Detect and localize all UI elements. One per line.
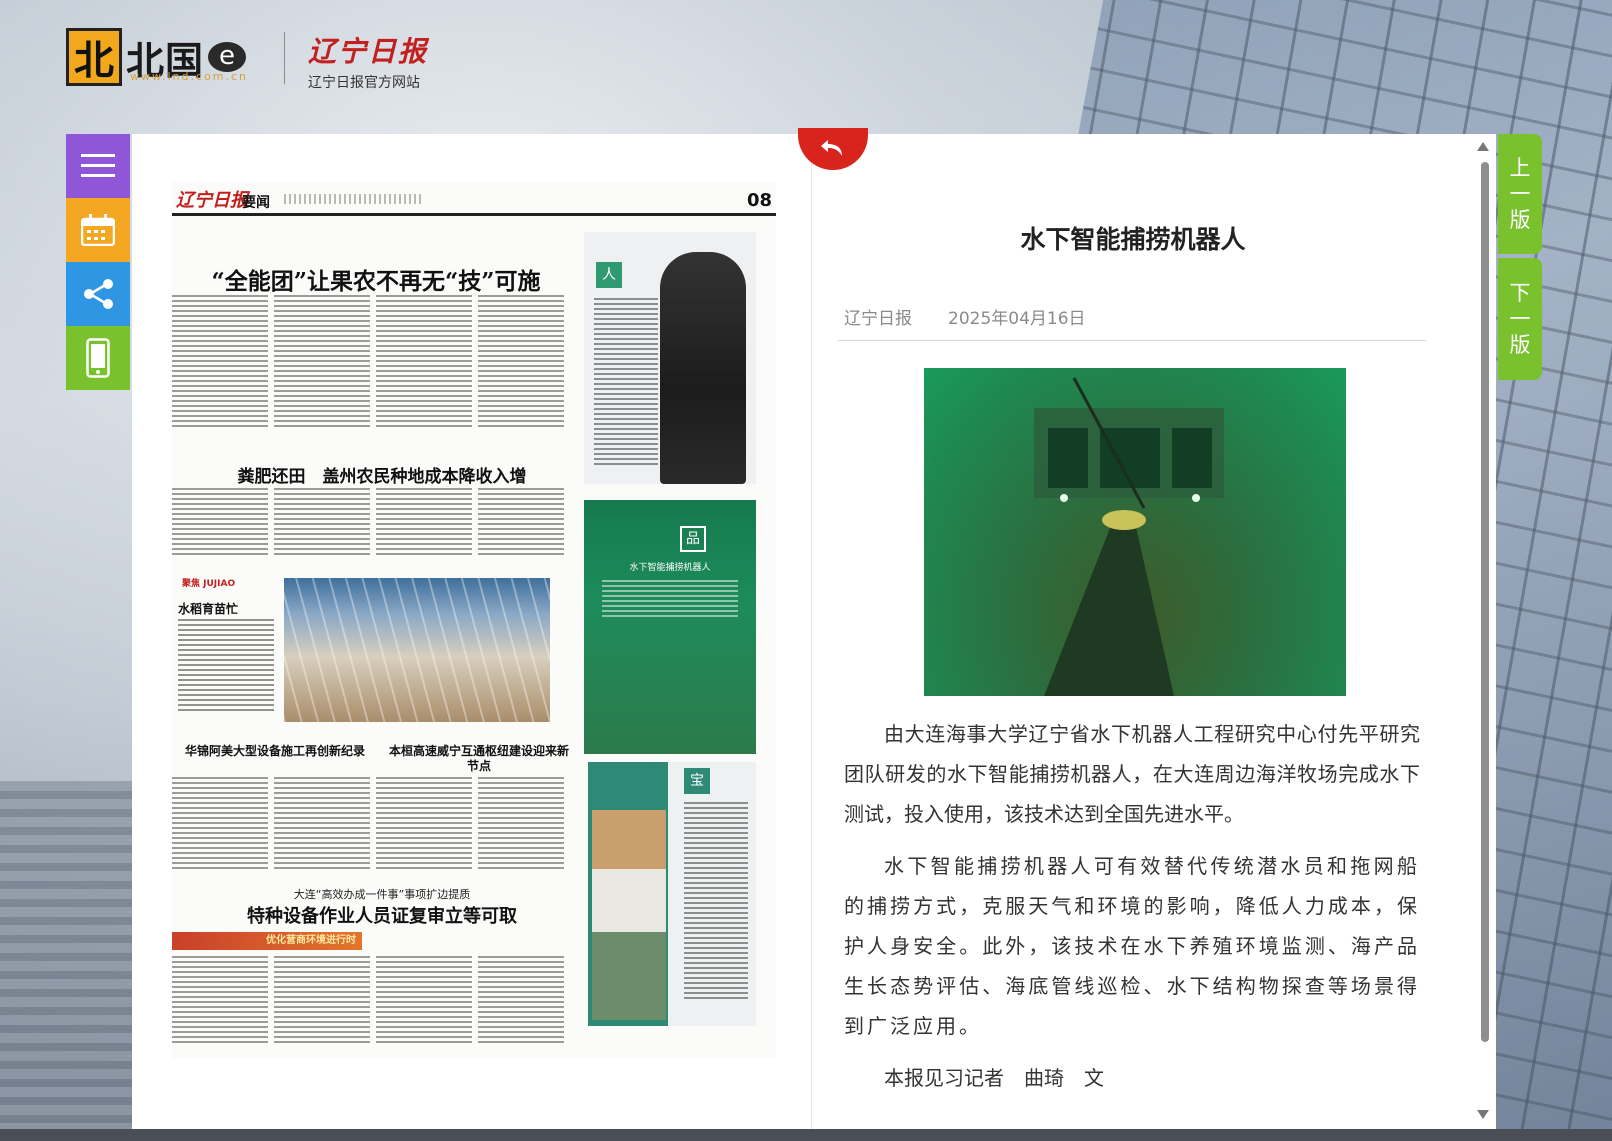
calendar-button[interactable] (66, 198, 130, 262)
newspaper-photo-caption (178, 618, 274, 714)
scroll-down-arrow[interactable] (1477, 1110, 1489, 1119)
share-button[interactable] (66, 262, 130, 326)
side-treasure-text (684, 802, 748, 1002)
scroll-up-arrow[interactable] (1477, 142, 1489, 151)
newspaper-banner: 优化营商环境进行时 (172, 932, 362, 950)
side-badge-person: 人 (596, 262, 622, 288)
next-label-char: 一 (1509, 307, 1531, 331)
menu-button[interactable] (66, 134, 130, 198)
mobile-phone-icon (86, 338, 110, 378)
prev-label-char: 上 (1509, 156, 1531, 180)
next-label-char: 下 (1509, 281, 1531, 305)
main-panel: 辽宁日报 要闻 08 “全能团”让果农不再无“技”可施 粪肥还田 盖州农民种地成… (132, 128, 1496, 1129)
newspaper-photo-farm[interactable] (284, 578, 550, 722)
paper-logo-mark: 辽宁日报 (308, 35, 429, 68)
article-byline: 本报见习记者 曲琦 文 (884, 1066, 1104, 1090)
logo-divider (284, 32, 285, 84)
newspaper-meta-line (284, 194, 424, 204)
newspaper-text-block (172, 294, 564, 430)
newspaper-section: 要闻 (242, 195, 270, 211)
article-photo[interactable] (924, 368, 1346, 696)
side-treasure-pics (592, 810, 666, 1020)
newspaper-photo-title[interactable]: 水稻育苗忙 (178, 600, 238, 617)
panel-divider (811, 134, 812, 1129)
side-person-photo (660, 252, 746, 484)
portal-logo-mark: 北 (66, 28, 122, 86)
share-icon (84, 279, 113, 309)
paper-logo-subtitle: 辽宁日报官方网站 (308, 75, 420, 91)
newspaper-headline-4[interactable]: 本桓高速威宁互通枢纽建设迎来新节点 (384, 744, 574, 774)
paper-logo[interactable]: 辽宁日报 辽宁日报官方网站 (308, 30, 428, 92)
newspaper-text-block (172, 488, 564, 558)
mobile-button[interactable] (66, 326, 130, 390)
previous-page-button[interactable]: 上 一 版 (1498, 134, 1542, 254)
prev-label-char: 一 (1509, 182, 1531, 206)
newspaper-kicker: 大连“高效办成一件事”事项扩边提质 (293, 888, 471, 901)
article-source: 辽宁日报 (844, 309, 912, 329)
portal-logo-e: e (208, 42, 247, 72)
left-toolbar (66, 134, 130, 390)
article-body: 由大连海事大学辽宁省水下机器人工程研究中心付先平研究团队研发的水下智能捕捞机器人… (844, 714, 1420, 1110)
prev-label-char: 版 (1509, 208, 1531, 232)
newspaper-masthead: 辽宁日报 (176, 190, 248, 211)
newspaper-text-block (172, 776, 564, 872)
newspaper-headline-3[interactable]: 华锦阿美大型设备施工再创新纪录 (180, 744, 370, 759)
newspaper-header: 辽宁日报 要闻 08 (172, 182, 776, 216)
newspaper-headline-5[interactable]: 特种设备作业人员证复审立等可取 (192, 902, 572, 928)
menu-icon (81, 154, 115, 177)
article-panel: 水下智能捕捞机器人 辽宁日报 2025年04月16日 由大连海事大学辽宁省水下机器… (828, 134, 1438, 1129)
background-left-building (0, 781, 140, 1141)
article-meta: 辽宁日报 2025年04月16日 (844, 304, 1086, 329)
portal-url: www.lnd.com.cn (130, 70, 248, 83)
robot-photo-illustration (1034, 377, 1224, 696)
next-page-button[interactable]: 下 一 版 (1498, 258, 1542, 380)
newspaper-side-person[interactable]: 人 (584, 232, 756, 484)
side-robot-text (602, 578, 738, 620)
article-date: 2025年04月16日 (948, 309, 1086, 329)
next-label-char: 版 (1509, 333, 1531, 357)
newspaper-page-number: 08 (746, 190, 772, 211)
side-badge-product: 品 (680, 526, 706, 552)
article-paragraph: 水下智能捕捞机器人可有效替代传统潜水员和拖网船的捕捞方式，克服天气和环境的影响，… (844, 854, 1420, 1038)
article-title: 水下智能捕捞机器人 (1020, 225, 1246, 254)
article-divider (838, 340, 1426, 341)
article-paragraph: 由大连海事大学辽宁省水下机器人工程研究中心付先平研究团队研发的水下智能捕捞机器人… (844, 722, 1420, 826)
newspaper-text-block (172, 956, 564, 1046)
newspaper-side-robot[interactable]: 品 水下智能捕捞机器人 (584, 500, 756, 754)
scrollbar-thumb[interactable] (1481, 162, 1489, 1042)
newspaper-juzhao-label: 聚焦 JUJIAO (182, 579, 236, 589)
side-badge-treasure: 宝 (684, 768, 710, 794)
side-robot-title: 水下智能捕捞机器人 (629, 563, 711, 573)
newspaper-page[interactable]: 辽宁日报 要闻 08 “全能团”让果农不再无“技”可施 粪肥还田 盖州农民种地成… (172, 182, 776, 1058)
calendar-icon (81, 214, 115, 246)
newspaper-side-treasure[interactable]: 宝 (588, 762, 756, 1026)
newspaper-headline-2[interactable]: 粪肥还田 盖州农民种地成本降收入增 (192, 462, 572, 487)
newspaper-headline-1[interactable]: “全能团”让果农不再无“技”可施 (180, 262, 572, 296)
bottom-bar (0, 1129, 1612, 1141)
side-text (594, 298, 658, 468)
